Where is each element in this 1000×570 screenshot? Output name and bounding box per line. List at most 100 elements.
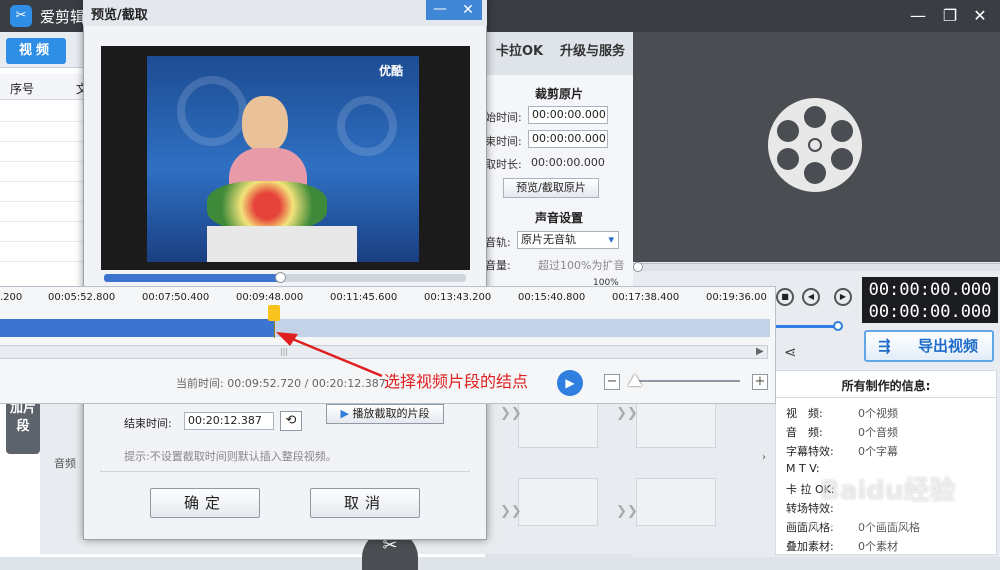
player-progress-handle[interactable] — [633, 262, 643, 272]
player-volume-slider[interactable] — [776, 325, 838, 328]
info-value: 0个音频 — [858, 426, 898, 439]
preview-crop-button[interactable]: 预览/截取原片 — [503, 178, 599, 198]
scroll-right-icon[interactable]: ▶ — [756, 346, 764, 357]
list-row[interactable] — [0, 221, 90, 222]
current-time-label: 当前时间: — [176, 377, 224, 390]
list-row[interactable] — [0, 141, 90, 142]
cancel-button[interactable]: 取消 — [310, 488, 420, 518]
list-row[interactable] — [0, 261, 90, 262]
player-time-current: 00:00:00.000 — [868, 280, 992, 300]
end-time-input[interactable]: 00:20:12.387 — [184, 412, 274, 430]
timeline-tick-label: 00:19:36.00 — [706, 292, 767, 303]
app-title: 爱剪辑 — [40, 8, 86, 26]
volume-hint: 超过100%为扩音 — [538, 259, 625, 272]
list-row[interactable] — [0, 161, 90, 162]
transition-slot[interactable] — [518, 478, 598, 526]
info-label: M T V: — [786, 462, 820, 475]
export-label: 导出视频 — [917, 337, 978, 355]
video-watermark: 优酷 — [379, 64, 404, 78]
player-time-display: 00:00:00.000 00:00:00.000 — [862, 277, 998, 323]
zoom-slider[interactable] — [636, 380, 740, 382]
hint-text: 提示:不设置截取时间则默认插入整段视频。 — [124, 450, 337, 463]
timeline-tick-label: 00:11:45.600 — [330, 292, 398, 303]
info-label: 视 频: — [786, 407, 823, 420]
current-time-display: 当前时间: 00:09:52.720 / 00:20:12.387 — [176, 377, 386, 390]
zoom-slider-handle[interactable] — [628, 374, 642, 386]
set-end-time-icon[interactable]: ⟲ — [280, 411, 302, 431]
panel-expand-icon[interactable]: › — [762, 452, 766, 463]
dialog-title: 预览/截取 — [91, 8, 148, 23]
prev-frame-icon[interactable]: ◀ — [802, 288, 820, 306]
timeline-tick-label: 00:13:43.200 — [424, 292, 492, 303]
export-video-button[interactable]: ⇶ 导出视频 — [864, 330, 994, 362]
video-frame-image: 优酷 — [147, 56, 419, 262]
arrow-icon: ❯❯ — [500, 406, 522, 421]
export-icon: ⇶ — [878, 337, 891, 355]
track-select-value: 原片无音轨 — [521, 233, 576, 246]
info-title: 所有制作的信息: — [841, 379, 931, 393]
list-row[interactable] — [0, 241, 90, 242]
timeline-tick-label: 00:17:38.400 — [612, 292, 680, 303]
duration-value: 00:00:00.000 — [531, 156, 605, 169]
list-row[interactable] — [0, 121, 90, 122]
watermark-text: Baidu经验 — [820, 476, 956, 506]
timeline-tick-label: 00:15:40.800 — [518, 292, 586, 303]
preview-seekbar-handle[interactable] — [275, 272, 286, 283]
column-index: 序号 — [10, 82, 35, 96]
zoom-in-button[interactable]: + — [752, 374, 768, 390]
end-time-field[interactable]: 00:00:00.000 — [528, 130, 608, 148]
maximize-icon[interactable]: ❐ — [938, 4, 962, 28]
end-time-label: 束时间: — [485, 135, 522, 148]
info-label: 字幕特效: — [786, 445, 834, 458]
film-reel-icon — [768, 98, 862, 192]
info-value: 0个素材 — [858, 540, 898, 553]
play-clip-button[interactable]: ▶ 播放截取的片段 — [326, 404, 444, 424]
info-label: 音 频: — [786, 426, 823, 439]
share-icon[interactable]: ⋖ — [784, 343, 797, 361]
end-time-label: 结束时间: — [124, 417, 172, 430]
ok-button[interactable]: 确定 — [150, 488, 260, 518]
track-select[interactable]: 原片无音轨 ▾ — [517, 231, 619, 249]
minimize-icon[interactable]: — — [906, 4, 930, 28]
next-frame-icon[interactable]: ▶ — [834, 288, 852, 306]
start-time-field[interactable]: 00:00:00.000 — [528, 106, 608, 124]
play-clip-icon: ▶ — [340, 407, 349, 420]
arrow-icon: ❯❯ — [616, 406, 638, 421]
total-time-value: 00:20:12.387 — [311, 377, 386, 390]
list-row[interactable] — [0, 201, 90, 202]
info-label: 叠加素材: — [786, 540, 834, 553]
list-row[interactable] — [0, 181, 90, 182]
timeline-selection — [0, 319, 274, 337]
close-icon[interactable]: ✕ — [968, 4, 992, 28]
app-logo-icon: ✂ — [10, 5, 32, 27]
player-volume-handle[interactable] — [833, 321, 843, 331]
duration-label: 取时长: — [485, 158, 522, 171]
play-clip-label: 播放截取的片段 — [352, 407, 430, 420]
timeline-handle[interactable] — [268, 305, 280, 321]
volume-label: 音量: — [485, 259, 511, 272]
track-label: 音轨: — [485, 236, 511, 249]
info-value: 0个视频 — [858, 407, 898, 420]
current-time-value: 00:09:52.720 — [227, 377, 302, 390]
play-icon[interactable]: ▶ — [557, 370, 583, 396]
start-time-label: 始时间: — [485, 111, 522, 124]
crop-section-title: 裁剪原片 — [534, 87, 583, 101]
info-value: 0个字幕 — [858, 445, 898, 458]
dialog-minimize-icon[interactable]: — — [426, 0, 454, 20]
tab-karaoke[interactable]: 卡拉OK — [496, 38, 543, 66]
player-time-total: 00:00:00.000 — [868, 302, 992, 322]
arrow-icon: ❯❯ — [616, 504, 638, 519]
transition-slot[interactable] — [518, 400, 598, 448]
transition-slot[interactable] — [636, 400, 716, 448]
audio-row-label: 音频 — [54, 457, 76, 470]
chevron-down-icon: ▾ — [608, 233, 614, 246]
tab-video[interactable]: 视频 — [6, 38, 66, 64]
transition-slot[interactable] — [636, 478, 716, 526]
zoom-out-button[interactable]: − — [604, 374, 620, 390]
player-progress[interactable] — [633, 263, 1000, 271]
preview-seekbar-fill — [104, 274, 280, 282]
stop-icon[interactable]: ■ — [776, 288, 794, 306]
dialog-close-icon[interactable]: ✕ — [454, 0, 482, 20]
tab-upgrade[interactable]: 升级与服务 — [560, 38, 625, 66]
timeline-tick-label: 00:05:52.800 — [48, 292, 116, 303]
